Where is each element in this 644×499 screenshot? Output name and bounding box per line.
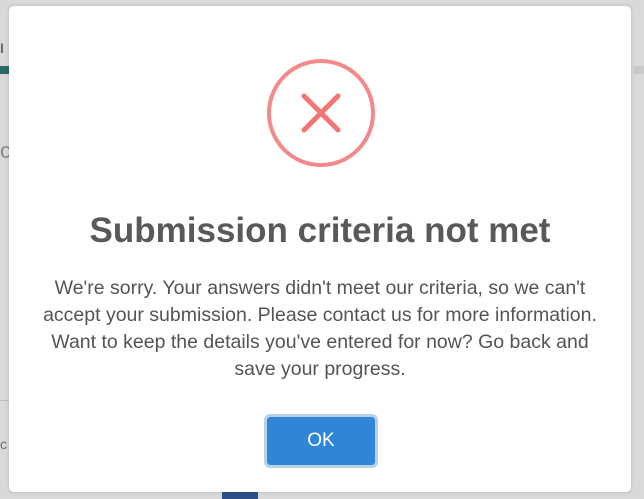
dialog-title: Submission criteria not met: [89, 211, 551, 250]
dialog-message: We're sorry. Your answers didn't meet ou…: [43, 277, 597, 380]
background-tab-indicator: [0, 66, 9, 74]
background-text-fragment: c: [0, 436, 7, 452]
error-x-icon: [267, 59, 375, 167]
ok-button[interactable]: OK: [264, 414, 378, 468]
background-text-fragment: I: [0, 40, 4, 56]
error-dialog: Submission criteria not met We're sorry.…: [9, 6, 631, 492]
error-x-icon-graphic: [301, 93, 341, 133]
background-scroll-edge: [634, 66, 644, 74]
background-divider: [0, 400, 9, 401]
